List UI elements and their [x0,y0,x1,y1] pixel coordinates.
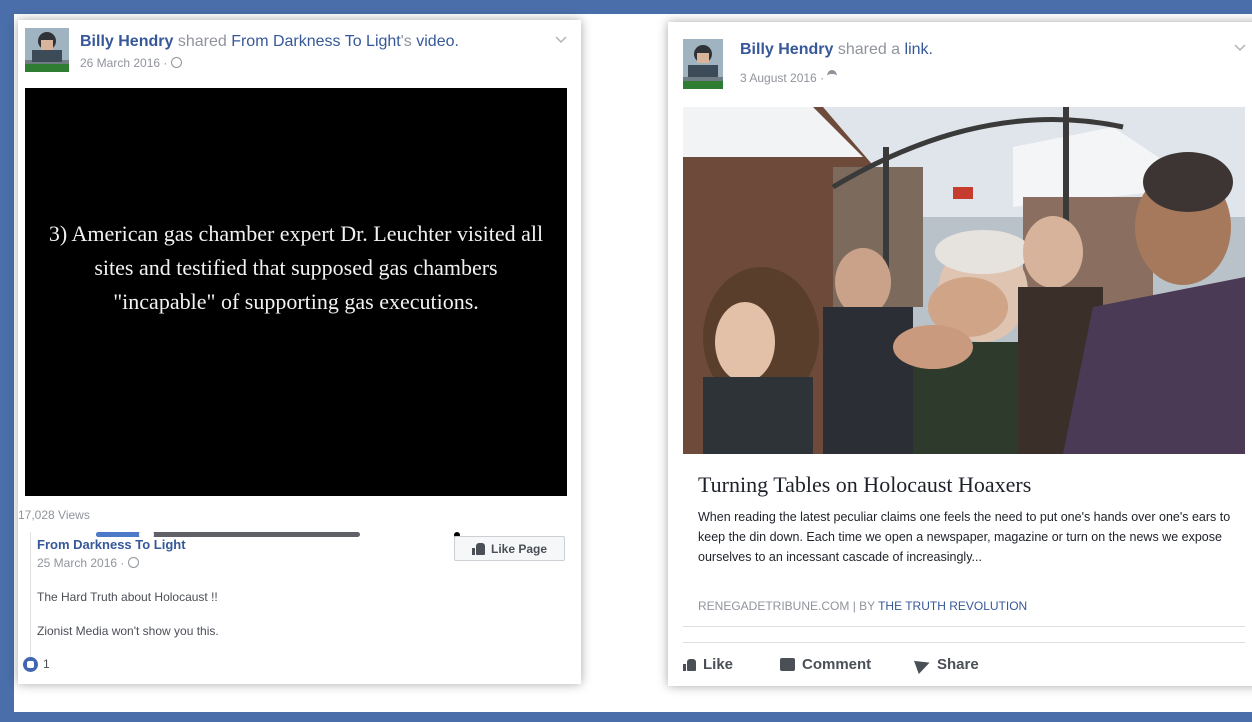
right-post-card: Billy Hendry shared a link. 3 August 201… [668,22,1252,686]
like-reaction-icon[interactable] [23,657,38,672]
shared-text: shared a [837,41,901,58]
by-label: BY [859,599,875,613]
globe-icon [170,57,182,68]
friends-icon [827,70,838,82]
preview-bottom-border [683,626,1245,627]
time-remaining: -4:55 [400,527,430,542]
frame-left [0,0,14,722]
chevron-down-icon[interactable] [1234,40,1246,55]
source-meta: 25 March 2016 · [37,556,139,570]
like-action-button[interactable]: Like [683,656,733,673]
actions-divider [683,642,1245,643]
comment-label: Comment [802,656,872,673]
poster-name-link[interactable]: Billy Hendry [740,41,833,58]
post-date[interactable]: 26 March 2016 · [80,56,167,70]
link-title[interactable]: Turning Tables on Holocaust Hoaxers [698,472,1031,498]
link-author[interactable]: THE TRUTH REVOLUTION [878,599,1027,613]
share-action-button[interactable]: Share [914,655,979,674]
comment-action-button[interactable]: Comment [780,656,871,673]
share-label: Share [937,656,979,673]
source-date[interactable]: 25 March 2016 · [37,556,124,570]
avatar[interactable] [25,28,69,72]
frame-bottom [0,712,1252,722]
source-block-border [30,532,31,672]
frame-top [0,0,1252,14]
post-date[interactable]: 3 August 2016 · [740,71,824,85]
link-preview-image[interactable] [683,107,1245,454]
shared-page-link[interactable]: From Darkness To Light [231,33,401,50]
thumbs-up-icon [683,658,696,671]
view-count: 17,028 Views [18,508,90,522]
share-icon [914,655,932,674]
reactions-count[interactable]: 1 [43,657,50,671]
possessive-text: 's [400,33,412,50]
link-source-domain[interactable]: RENEGADETRIBUNE.COM [698,599,849,613]
video-caption: 3) American gas chamber expert Dr. Leuch… [48,221,544,314]
like-page-label: Like Page [490,541,548,556]
shared-object-link[interactable]: link. [905,41,933,58]
like-label: Like [703,656,734,673]
comment-icon [780,658,795,671]
post-meta: 3 August 2016 · [740,70,838,85]
link-source-line: RENEGADETRIBUNE.COM | BY THE TRUTH REVOL… [698,599,1027,613]
source-text-line2: Zionist Media won't show you this. [37,624,219,638]
thumbs-up-icon [471,542,485,555]
globe-icon [127,557,139,568]
left-post-card: Billy Hendry shared From Darkness To Lig… [18,20,581,684]
post-header: Billy Hendry shared From Darkness To Lig… [80,33,459,51]
chevron-down-icon[interactable] [555,32,567,47]
source-separator: | [852,599,856,613]
like-page-button[interactable]: Like Page [454,536,565,561]
post-meta: 26 March 2016 · [80,56,182,70]
shared-text: shared [177,33,227,50]
video-player[interactable]: 3) American gas chamber expert Dr. Leuch… [25,88,567,546]
post-header: Billy Hendry shared a link. [740,41,933,59]
poster-name-link[interactable]: Billy Hendry [80,33,173,50]
source-page-link[interactable]: From Darkness To Light [37,537,186,552]
source-text-line1: The Hard Truth about Holocaust !! [37,590,218,604]
avatar[interactable] [683,39,723,89]
shared-object-link[interactable]: video. [416,33,459,50]
link-description: When reading the latest peculiar claims … [698,510,1231,564]
